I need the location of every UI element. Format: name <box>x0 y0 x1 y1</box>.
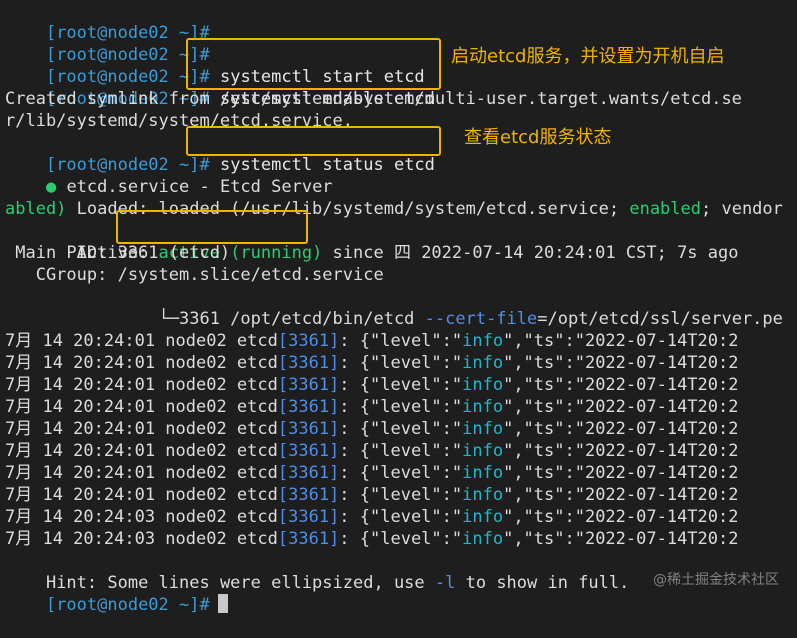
annotation-start-enable: 启动etcd服务，并设置为开机自启 <box>451 46 725 67</box>
loaded-enabled: enabled <box>629 199 701 219</box>
log-tail: ","ts":"2022-07-14T20:2 <box>503 463 739 483</box>
terminal-line: [root@node02 ~]# <box>5 22 210 65</box>
tree-suffix: =/opt/etcd/ssl/server.pe <box>537 309 783 329</box>
log-line: 7月 14 20:24:01 node02 etcd[3361]: {"leve… <box>5 462 738 484</box>
symlink-output-line: Created symlink from /etc/systemd/system… <box>5 89 742 109</box>
log-line: 7月 14 20:24:01 node02 etcd[3361]: {"leve… <box>5 484 738 506</box>
shell-prompt: [root@node02 ~]# <box>45 595 210 615</box>
log-line: 7月 14 20:24:01 node02 etcd[3361]: {"leve… <box>5 352 738 374</box>
log-date: 7月 14 20:24:03 node02 etcd <box>5 529 278 549</box>
log-mid: : {"level":" <box>339 331 463 351</box>
terminal-line: [root@node02 ~]# systemctl status etcd <box>5 132 435 175</box>
cgroup-tree-line: └─3361 /opt/etcd/bin/etcd --cert-file=/o… <box>5 286 783 329</box>
log-pid: [3361] <box>277 331 340 351</box>
annotation-status: 查看etcd服务状态 <box>464 127 612 148</box>
log-line: 7月 14 20:24:03 node02 etcd[3361]: {"leve… <box>5 528 738 550</box>
log-line: 7月 14 20:24:03 node02 etcd[3361]: {"leve… <box>5 506 738 528</box>
log-pid: [3361] <box>277 419 340 439</box>
cgroup-line: CGroup: /system.slice/etcd.service <box>5 265 384 285</box>
log-date: 7月 14 20:24:03 node02 etcd <box>5 507 278 527</box>
log-mid: : {"level":" <box>339 529 463 549</box>
log-pid: [3361] <box>277 397 340 417</box>
log-date: 7月 14 20:24:01 node02 etcd <box>5 463 278 483</box>
terminal-line[interactable]: [root@node02 ~]# <box>5 572 228 615</box>
service-title-line: ● etcd.service - Etcd Server <box>5 154 333 197</box>
log-line: 7月 14 20:24:01 node02 etcd[3361]: {"leve… <box>5 330 738 352</box>
hint-suffix: to show in full. <box>455 573 630 593</box>
log-mid: : {"level":" <box>339 375 463 395</box>
log-tail: ","ts":"2022-07-14T20:2 <box>503 419 739 439</box>
log-date: 7月 14 20:24:01 node02 etcd <box>5 353 278 373</box>
log-mid: : {"level":" <box>339 441 463 461</box>
log-level: info <box>462 375 504 395</box>
log-tail: ","ts":"2022-07-14T20:2 <box>503 441 739 461</box>
log-mid: : {"level":" <box>339 397 463 417</box>
log-level: info <box>462 419 504 439</box>
log-mid: : {"level":" <box>339 419 463 439</box>
cert-file-flag: --cert-file <box>424 309 538 329</box>
log-tail: ","ts":"2022-07-14T20:2 <box>503 375 739 395</box>
log-level: info <box>462 331 504 351</box>
watermark: @稀土掘金技术社区 <box>653 572 779 588</box>
loaded-suffix: ; vendor <box>701 199 783 219</box>
log-mid: : {"level":" <box>339 353 463 373</box>
log-level: info <box>462 463 504 483</box>
hint-flag: -l <box>434 573 456 593</box>
log-line: 7月 14 20:24:01 node02 etcd[3361]: {"leve… <box>5 440 738 462</box>
log-pid: [3361] <box>277 529 340 549</box>
main-pid-line: Main PID: 3361 (etcd) <box>5 243 231 263</box>
log-date: 7月 14 20:24:01 node02 etcd <box>5 485 278 505</box>
log-pid: [3361] <box>277 375 340 395</box>
terminal-line: [root@node02 ~]# systemctl enable etcd <box>5 66 435 109</box>
active-line: Active: active (running) since 四 2022-07… <box>5 220 739 263</box>
terminal-line: [root@node02 ~]# <box>5 0 210 43</box>
symlink-output-line: r/lib/systemd/system/etcd.service. <box>5 111 353 131</box>
log-date: 7月 14 20:24:01 node02 etcd <box>5 331 278 351</box>
active-since: since 四 2022-07-14 20:24:01 CST; 7s ago <box>322 243 739 263</box>
log-pid: [3361] <box>277 485 340 505</box>
log-mid: : {"level":" <box>339 507 463 527</box>
log-level: info <box>462 529 504 549</box>
log-tail: ","ts":"2022-07-14T20:2 <box>503 353 739 373</box>
hint-line: Hint: Some lines were ellipsized, use -l… <box>5 550 629 593</box>
log-line: 7月 14 20:24:01 node02 etcd[3361]: {"leve… <box>5 374 738 396</box>
log-level: info <box>462 353 504 373</box>
log-pid: [3361] <box>277 463 340 483</box>
tree-prefix: └─3361 /opt/etcd/bin/etcd <box>45 309 425 329</box>
log-level: info <box>462 441 504 461</box>
log-pid: [3361] <box>277 441 340 461</box>
text-cursor[interactable] <box>217 594 228 613</box>
log-line: 7月 14 20:24:01 node02 etcd[3361]: {"leve… <box>5 396 738 418</box>
log-pid: [3361] <box>277 507 340 527</box>
log-date: 7月 14 20:24:01 node02 etcd <box>5 375 278 395</box>
log-tail: ","ts":"2022-07-14T20:2 <box>503 507 739 527</box>
log-mid: : {"level":" <box>339 485 463 505</box>
log-pid: [3361] <box>277 353 340 373</box>
log-line: 7月 14 20:24:01 node02 etcd[3361]: {"leve… <box>5 418 738 440</box>
log-date: 7月 14 20:24:01 node02 etcd <box>5 441 278 461</box>
log-tail: ","ts":"2022-07-14T20:2 <box>503 397 739 417</box>
log-level: info <box>462 507 504 527</box>
log-level: info <box>462 485 504 505</box>
terminal[interactable]: [root@node02 ~]# [root@node02 ~]# [root@… <box>5 0 797 615</box>
log-tail: ","ts":"2022-07-14T20:2 <box>503 529 739 549</box>
loaded-wrap-line: abled) <box>5 199 67 219</box>
log-date: 7月 14 20:24:01 node02 etcd <box>5 397 278 417</box>
terminal-line: [root@node02 ~]# systemctl start etcd <box>5 44 425 87</box>
log-tail: ","ts":"2022-07-14T20:2 <box>503 331 739 351</box>
loaded-prefix: Loaded: loaded (/usr/lib/systemd/system/… <box>45 199 630 219</box>
loaded-line: Loaded: loaded (/usr/lib/systemd/system/… <box>5 176 783 219</box>
log-mid: : {"level":" <box>339 463 463 483</box>
log-date: 7月 14 20:24:01 node02 etcd <box>5 419 278 439</box>
log-level: info <box>462 397 504 417</box>
log-tail: ","ts":"2022-07-14T20:2 <box>503 485 739 505</box>
